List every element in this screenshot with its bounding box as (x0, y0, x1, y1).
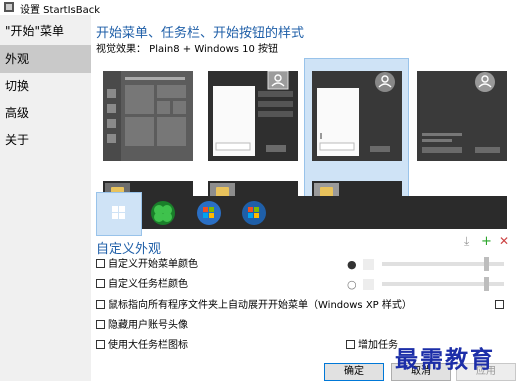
option-custom-taskbar-color[interactable]: 自定义任务栏颜色 (96, 278, 188, 292)
custom-appearance-title: 自定义外观 (96, 242, 162, 257)
style-thumb-win7[interactable] (208, 71, 298, 161)
window-title: 设置 StartIsBack (20, 5, 101, 16)
windows7-orb-icon[interactable] (195, 200, 223, 226)
watermark: 最需教育 (395, 346, 495, 373)
checkbox[interactable] (96, 320, 105, 329)
ok-button[interactable]: 确定 (324, 363, 384, 381)
slider-thumb[interactable] (484, 277, 489, 291)
sidebar-item-appearance[interactable]: 外观 (0, 45, 91, 73)
style-thumb-win10[interactable] (417, 71, 507, 161)
title-bar: 设置 StartIsBack (0, 0, 516, 16)
sidebar-item-about[interactable]: 关于 (0, 126, 91, 154)
sidebar: "开始"菜单 外观 切换 高级 关于 (0, 15, 91, 381)
checkbox[interactable] (346, 340, 355, 349)
close-icon[interactable]: ✕ (499, 234, 509, 248)
checkbox[interactable] (96, 340, 105, 349)
clover-orb-icon[interactable] (149, 200, 177, 226)
section-title: 开始菜单、任务栏、开始按钮的样式 (96, 26, 305, 41)
checkbox[interactable] (96, 259, 105, 268)
option-add-taskbar[interactable]: 增加任务 (346, 339, 398, 353)
start-color-slider[interactable] (382, 257, 504, 271)
sidebar-item-start-menu[interactable]: "开始"菜单 (0, 17, 91, 45)
style-thumb-plain8[interactable] (312, 71, 402, 161)
option-large-taskbar-icons[interactable]: 使用大任务栏图标 (96, 339, 188, 353)
taskbar-color-swatch[interactable] (363, 279, 374, 290)
option-custom-start-color[interactable]: 自定义开始菜单颜色 (96, 258, 198, 272)
download-icon[interactable]: ⤓ (464, 234, 469, 249)
drop-filled-icon: ● (347, 258, 357, 271)
checkbox-right[interactable] (495, 300, 504, 309)
option-hide-user-avatar[interactable]: 隐藏用户账号头像 (96, 319, 188, 333)
taskbar-color-slider[interactable] (382, 277, 504, 291)
checkbox[interactable] (96, 300, 105, 309)
windows10-logo-icon[interactable] (107, 204, 131, 222)
windows-classic-orb-icon[interactable] (240, 200, 268, 226)
app-icon (4, 2, 14, 12)
start-color-swatch[interactable] (363, 259, 374, 270)
sidebar-item-switching[interactable]: 切换 (0, 72, 91, 100)
checkbox[interactable] (96, 279, 105, 288)
slider-thumb[interactable] (484, 257, 489, 271)
visual-effect-label: 视觉效果： Plain8 + Windows 10 按钮 (96, 44, 279, 55)
option-auto-expand-menu[interactable]: 鼠标指向所有程序文件夹上自动展开开始菜单（Windows XP 样式） (96, 299, 412, 313)
style-thumb-metro[interactable] (103, 71, 193, 161)
main-panel: 开始菜单、任务栏、开始按钮的样式 视觉效果： Plain8 + Windows … (91, 15, 516, 381)
drop-outline-icon: ○ (347, 278, 357, 291)
sidebar-item-advanced[interactable]: 高级 (0, 99, 91, 127)
plus-icon[interactable]: + (481, 234, 492, 249)
